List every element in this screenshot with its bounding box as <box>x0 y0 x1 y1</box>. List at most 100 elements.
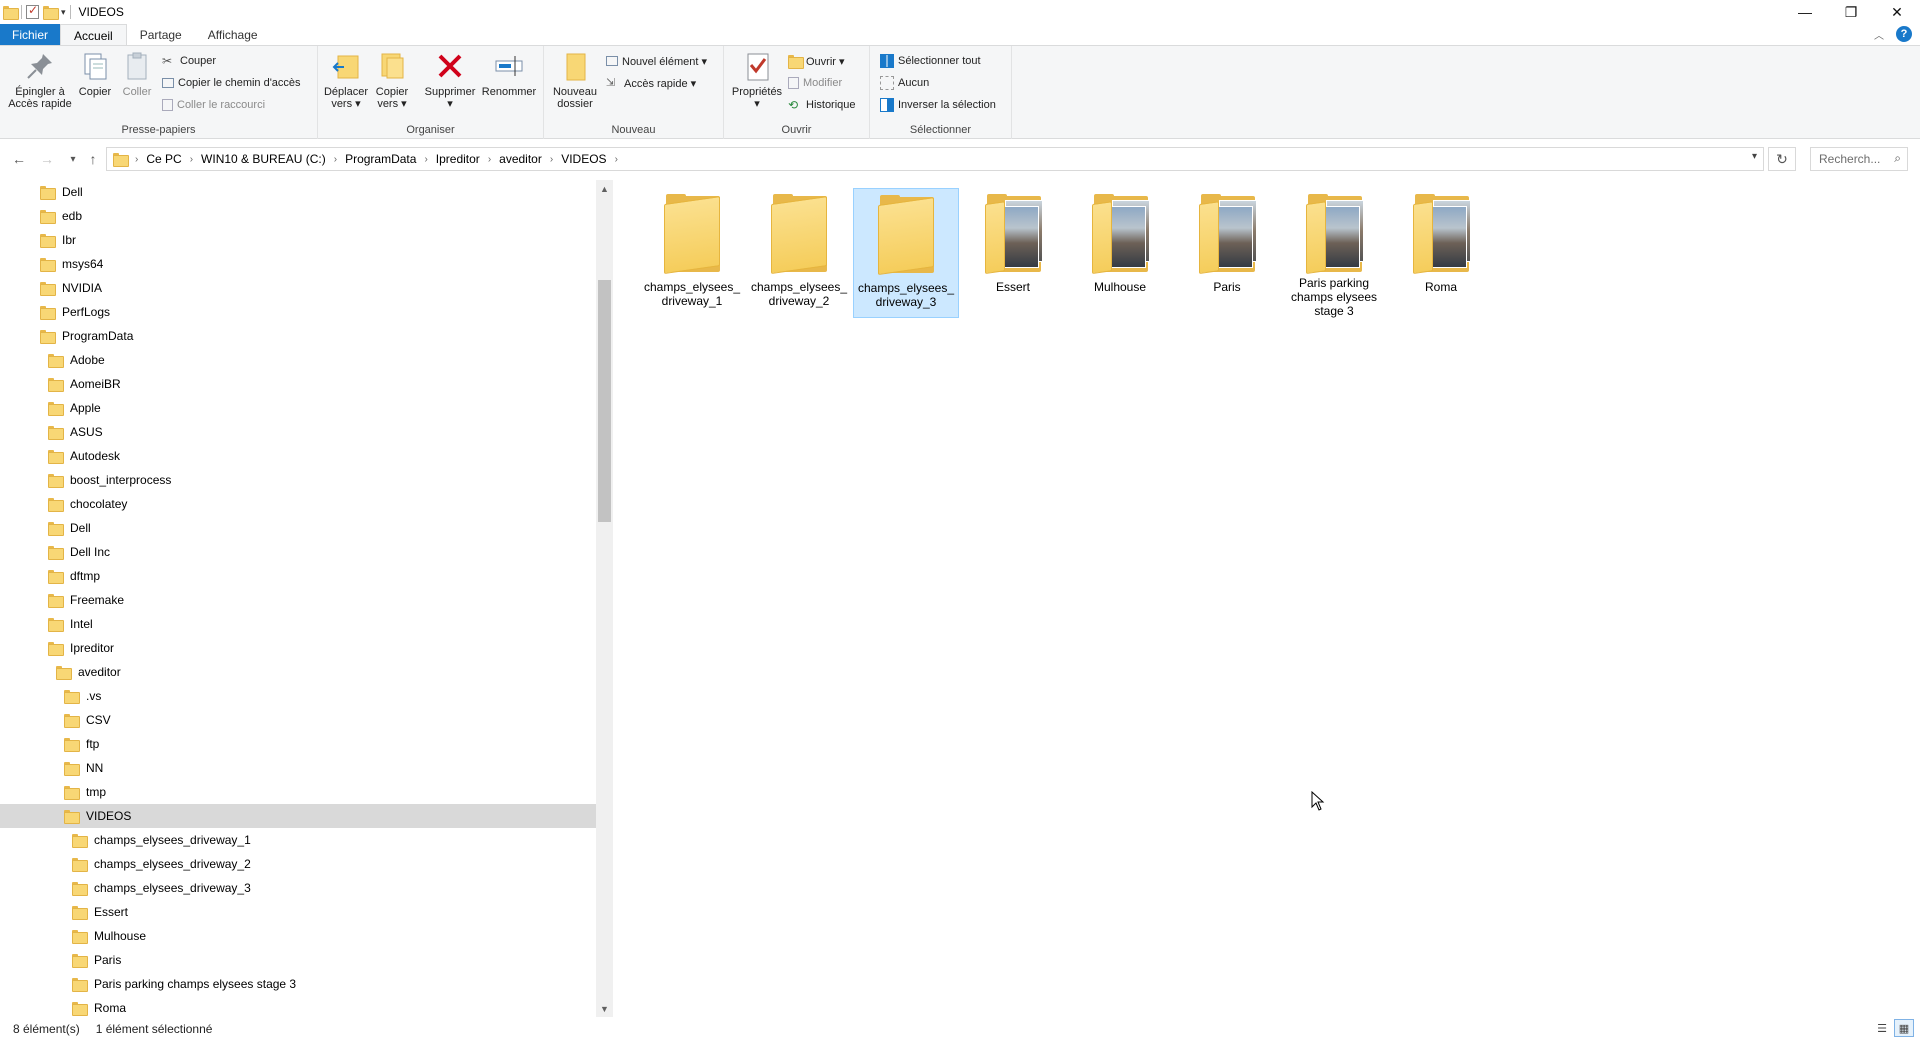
tree-item[interactable]: Dell <box>0 516 596 540</box>
folder-item[interactable]: champs_elysees_ driveway_1 <box>639 188 745 318</box>
tab-partage[interactable]: Partage <box>127 24 195 46</box>
delete-label: Supprimer <box>424 86 476 98</box>
tree-item-label: Essert <box>94 905 129 919</box>
tree-item[interactable]: Apple <box>0 396 596 420</box>
edit-button[interactable]: Modifier <box>788 74 842 92</box>
tree-item[interactable]: ftp <box>0 732 596 756</box>
tree-item[interactable]: aveditor <box>0 660 596 684</box>
pin-quick-access-button[interactable]: Épingler à Accès rapide <box>6 50 74 110</box>
tree-item[interactable]: Intel <box>0 612 596 636</box>
tree-item[interactable]: Paris parking champs elysees stage 3 <box>0 972 596 996</box>
tree-item[interactable]: .vs <box>0 684 596 708</box>
tree-item[interactable]: Paris <box>0 948 596 972</box>
folder-item[interactable]: Roma <box>1388 188 1494 318</box>
folder-item[interactable]: champs_elysees_ driveway_2 <box>746 188 852 318</box>
paste-shortcut-button[interactable]: Coller le raccourci <box>162 96 265 114</box>
tree-item[interactable]: Adobe <box>0 348 596 372</box>
delete-button[interactable]: Supprimer ▾ <box>422 50 478 110</box>
maximize-button[interactable]: ❐ <box>1828 0 1874 24</box>
breadcrumb-aveditor[interactable]: aveditor <box>493 152 548 166</box>
tree-item[interactable]: Autodesk <box>0 444 596 468</box>
properties-icon[interactable] <box>26 3 39 19</box>
invert-selection-button[interactable]: Inverser la sélection <box>880 96 996 114</box>
copy-to-button[interactable]: Copier vers ▾ <box>372 50 412 110</box>
copy-path-button[interactable]: Copier le chemin d'accès <box>162 74 301 92</box>
tree-item[interactable]: NN <box>0 756 596 780</box>
tree-item[interactable]: Roma <box>0 996 596 1017</box>
history-button[interactable]: ⟲ Historique <box>788 96 856 114</box>
breadcrumb-drive-c[interactable]: WIN10 & BUREAU (C:) <box>195 152 332 166</box>
new-folder-button[interactable]: Nouveau dossier <box>550 50 600 110</box>
new-item-button[interactable]: Nouvel élément ▾ <box>606 52 707 70</box>
tree-item-label: Adobe <box>70 353 105 367</box>
tree-item[interactable]: Essert <box>0 900 596 924</box>
customize-toolbar-chevron-icon[interactable]: ▾ <box>61 7 66 18</box>
tree-item[interactable]: NVIDIA <box>0 276 596 300</box>
folder-item[interactable]: Mulhouse <box>1067 188 1173 318</box>
scroll-down-icon[interactable]: ▼ <box>596 1000 613 1017</box>
tree-item[interactable]: champs_elysees_driveway_2 <box>0 852 596 876</box>
help-icon[interactable]: ? <box>1896 26 1912 42</box>
recent-locations-chevron-icon[interactable]: ▾ <box>62 149 84 169</box>
tree-item[interactable]: tmp <box>0 780 596 804</box>
properties-button[interactable]: Propriétés ▾ <box>730 50 784 110</box>
breadcrumb-programdata[interactable]: ProgramData <box>339 152 422 166</box>
address-history-chevron-icon[interactable]: ▾ <box>1752 151 1757 162</box>
paste-button[interactable]: Coller <box>118 50 156 98</box>
breadcrumb-videos[interactable]: VIDEOS <box>555 152 612 166</box>
move-to-button[interactable]: Déplacer vers ▾ <box>322 50 370 110</box>
folder-item[interactable]: Paris parking champs elysees stage 3 <box>1281 188 1387 318</box>
tree-item[interactable]: Ipreditor <box>0 636 596 660</box>
new-folder-icon[interactable] <box>43 6 59 20</box>
up-arrow-icon[interactable]: ↑ <box>82 149 104 169</box>
copy-button[interactable]: Copier <box>76 50 114 98</box>
tree-item[interactable]: champs_elysees_driveway_3 <box>0 876 596 900</box>
tree-item[interactable]: VIDEOS <box>0 804 596 828</box>
tree-item[interactable]: Dell Inc <box>0 540 596 564</box>
tree-item[interactable]: Dell <box>0 180 596 204</box>
tree-item[interactable]: msys64 <box>0 252 596 276</box>
rename-button[interactable]: Renommer <box>480 50 538 98</box>
select-all-button[interactable]: Sélectionner tout <box>880 52 981 70</box>
select-none-button[interactable]: Aucun <box>880 74 929 92</box>
search-input[interactable]: Recherch... ⌕ <box>1810 147 1908 171</box>
open-button[interactable]: Ouvrir ▾ <box>788 52 845 70</box>
breadcrumb-ce-pc[interactable]: Ce PC <box>140 152 187 166</box>
tab-affichage[interactable]: Affichage <box>195 24 271 46</box>
scrollbar-thumb[interactable] <box>598 280 611 522</box>
breadcrumb-ipreditor[interactable]: Ipreditor <box>430 152 486 166</box>
tree-item[interactable]: PerfLogs <box>0 300 596 324</box>
cut-button[interactable]: ✂ Couper <box>162 52 216 70</box>
close-button[interactable]: ✕ <box>1874 0 1920 24</box>
refresh-icon[interactable]: ↻ <box>1768 147 1796 171</box>
folder-item[interactable]: Paris <box>1174 188 1280 318</box>
collapse-ribbon-icon[interactable]: ︿ <box>1874 27 1884 42</box>
tree-item[interactable]: champs_elysees_driveway_1 <box>0 828 596 852</box>
navigation-pane-scrollbar[interactable]: ▲ ▼ <box>596 180 613 1017</box>
scroll-up-icon[interactable]: ▲ <box>596 180 613 197</box>
easy-access-button[interactable]: ⇲ Accès rapide ▾ <box>606 74 696 92</box>
tree-item[interactable]: dftmp <box>0 564 596 588</box>
folder-item[interactable]: champs_elysees_ driveway_3 <box>853 188 959 318</box>
tree-item[interactable]: ASUS <box>0 420 596 444</box>
tree-item[interactable]: chocolatey <box>0 492 596 516</box>
toolbar-separator <box>21 5 22 19</box>
tree-item[interactable]: AomeiBR <box>0 372 596 396</box>
tree-item[interactable]: boost_interprocess <box>0 468 596 492</box>
forward-arrow-icon[interactable]: → <box>36 149 58 169</box>
tree-item[interactable]: Ibr <box>0 228 596 252</box>
details-view-icon[interactable]: ☰ <box>1872 1019 1892 1037</box>
minimize-button[interactable]: — <box>1782 0 1828 24</box>
tree-item-label: aveditor <box>78 665 121 679</box>
tree-item[interactable]: Freemake <box>0 588 596 612</box>
back-arrow-icon[interactable]: ← <box>8 149 30 169</box>
tree-item[interactable]: edb <box>0 204 596 228</box>
tab-fichier[interactable]: Fichier <box>0 24 61 46</box>
large-icons-view-icon[interactable]: ▦ <box>1894 1019 1914 1037</box>
tree-item[interactable]: CSV <box>0 708 596 732</box>
tree-item[interactable]: ProgramData <box>0 324 596 348</box>
address-bar[interactable]: › Ce PC › WIN10 & BUREAU (C:) › ProgramD… <box>106 147 1764 171</box>
folder-item[interactable]: Essert <box>960 188 1066 318</box>
tab-accueil[interactable]: Accueil <box>60 24 127 46</box>
tree-item[interactable]: Mulhouse <box>0 924 596 948</box>
